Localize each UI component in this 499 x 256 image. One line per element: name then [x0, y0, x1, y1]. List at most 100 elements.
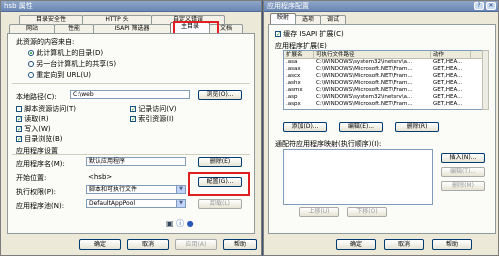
properties-dialog: hsb 属性 目录安全性 HTTP 头 自定义错误 网站 性能 ISAPI 筛选… [0, 0, 262, 256]
checkbox-log-visits[interactable]: ✓ 记录访问(V) [130, 104, 177, 114]
list-item[interactable]: .aspx C:\WINDOWS\Microsoft.NET\Fram... GET… [284, 101, 482, 108]
tab-debugging[interactable]: 调试 [320, 15, 346, 24]
config-help-button[interactable]: 帮助 [432, 239, 472, 250]
home-directory-panel: 此资源的内容来自: 此计算机上的目录(D) 另一台计算机上的共享(S) 重定向到… [7, 33, 255, 234]
extension-cell: .asmx [286, 87, 303, 93]
column-extension[interactable]: 扩展名 [284, 51, 314, 58]
close-icon[interactable]: ✕ [486, 2, 496, 10]
tab-mappings[interactable]: 映射 [270, 13, 296, 24]
list-item[interactable]: .asmx C:\WINDOWS\Microsoft.NET\Fram... GET… [284, 87, 482, 94]
help-icon[interactable]: ? [474, 2, 484, 10]
app-pool-label: 应用程序池(N): [16, 202, 65, 210]
ok-button[interactable]: 确定 [79, 239, 121, 250]
extension-cell: .asp [286, 94, 298, 100]
app-config-title-bar: 应用程序配置 ? ✕ [264, 1, 498, 12]
config-tab-row: 映射 选项 调试 [270, 13, 346, 24]
insert-button[interactable]: 插入(N)... [441, 153, 485, 163]
info-icon: ● [186, 219, 194, 228]
app-name-label: 应用程序名(M): [16, 160, 65, 168]
column-executable-path[interactable]: 可执行文件路径 [314, 51, 431, 58]
checkbox-script-access[interactable]: 脚本资源访问(T) [16, 104, 76, 114]
extension-cell: .asa [286, 59, 298, 65]
list-item[interactable]: .ascx C:\WINDOWS\Microsoft.NET\Fram... GET… [284, 73, 482, 80]
browse-button[interactable]: 浏览(O)... [198, 90, 242, 100]
checkbox-index-resource[interactable]: ✓ 索引资源(I) [130, 114, 174, 124]
exec-permissions-select[interactable]: 脚本和可执行文件 [86, 185, 186, 194]
tab-isapi-filters[interactable]: ISAPI 筛选器 [93, 24, 171, 33]
local-path-input[interactable]: C:\web [70, 90, 190, 99]
divider [12, 83, 250, 84]
checkmark-icon: ✓ [130, 116, 137, 123]
radio-on-icon [28, 50, 34, 56]
verbs-cell: GET,HEA... [433, 66, 463, 72]
extension-cell: .ascx [286, 73, 301, 79]
delete-wildcard-button[interactable]: 删除(M) [441, 181, 485, 191]
config-cancel-button[interactable]: 取消 [384, 239, 424, 250]
add-button[interactable]: 添加(D)... [283, 122, 327, 132]
mappings-panel: ✓ 缓存 ISAPI 扩展(C) 应用程序扩展(E) 扩展名 可执行文件路径 动… [268, 24, 496, 234]
verbs-cell: GET,HEA... [433, 101, 463, 107]
apply-button[interactable]: 应用(A) [175, 239, 217, 250]
path-cell: C:\WINDOWS\Microsoft.NET\Fram... [316, 101, 413, 107]
status-icons: ▣ ⓘ ● [166, 218, 194, 229]
tab-website[interactable]: 网站 [9, 24, 55, 33]
path-cell: C:\WINDOWS\Microsoft.NET\Fram... [316, 73, 413, 79]
remove-app-button[interactable]: 删除(E) [198, 157, 242, 167]
checkmark-icon: ✓ [16, 126, 23, 133]
unload-button[interactable]: 卸载(L) [198, 199, 242, 209]
edit-button[interactable]: 编辑(E)... [339, 122, 383, 132]
start-point-value: <hsb> [88, 173, 113, 181]
verbs-cell: GET,HEA... [433, 87, 463, 93]
properties-title: hsb 属性 [4, 2, 33, 10]
help-button[interactable]: 帮助 [223, 239, 257, 250]
verbs-cell: GET,HEA... [433, 80, 463, 86]
wildcard-mappings-list[interactable] [283, 149, 433, 205]
exec-permissions-label: 执行权限(P): [16, 188, 57, 196]
list-item[interactable]: .asa C:\WINDOWS\system32\inetsrv\a... GET,… [284, 59, 482, 66]
list-item[interactable]: .asp C:\WINDOWS\system32\inetsrv\a... GET,… [284, 94, 482, 101]
checkmark-icon: ✓ [275, 31, 282, 38]
checkbox-read[interactable]: ✓ 读取(R) [16, 114, 49, 124]
properties-title-bar: hsb 属性 [1, 1, 261, 12]
path-cell: C:\WINDOWS\Microsoft.NET\Fram... [316, 87, 413, 93]
checkbox-directory-browsing[interactable]: ✓ 目录浏览(B) [16, 134, 63, 144]
checkmark-icon: ✓ [16, 116, 23, 123]
list-item[interactable]: .asax C:\WINDOWS\Microsoft.NET\Fram... GET… [284, 66, 482, 73]
tab-options[interactable]: 选项 [295, 15, 321, 24]
config-ok-button[interactable]: 确定 [336, 239, 376, 250]
delete-button[interactable]: 删除(R) [395, 122, 439, 132]
app-config-title: 应用程序配置 [267, 2, 309, 10]
path-cell: C:\WINDOWS\Microsoft.NET\Fram... [316, 66, 413, 72]
extensions-list-body: .asa C:\WINDOWS\system32\inetsrv\a... GET,… [284, 59, 482, 108]
radio-network-share[interactable]: 另一台计算机上的共享(S) [28, 59, 116, 69]
cache-isapi-checkbox[interactable]: ✓ 缓存 ISAPI 扩展(C) [275, 29, 344, 39]
path-cell: C:\WINDOWS\system32\inetsrv\a... [316, 94, 413, 100]
configure-highlight [188, 172, 250, 196]
radio-redirect-url[interactable]: 重定向到 URL(U) [28, 70, 91, 80]
column-verbs[interactable]: 动作 [431, 51, 471, 58]
checkbox-icon [16, 106, 22, 112]
app-pool-select[interactable]: DefaultAppPool [86, 199, 186, 208]
divider [12, 154, 250, 155]
edit-wildcard-button[interactable]: 编辑(T)... [441, 167, 485, 177]
cancel-button[interactable]: 取消 [127, 239, 169, 250]
app-config-dialog: 应用程序配置 ? ✕ 映射 选项 调试 ✓ 缓存 ISAPI 扩展(C) 应用程… [263, 0, 499, 256]
path-cell: C:\WINDOWS\Microsoft.NET\Fram... [316, 80, 413, 86]
extensions-scrollbar[interactable] [482, 50, 489, 110]
extension-cell: .aspx [286, 101, 301, 107]
extensions-list[interactable]: 扩展名 可执行文件路径 动作 .asa C:\WINDOWS\system32\i… [283, 50, 483, 110]
help-circle-icon: ⓘ [176, 219, 185, 228]
tab-directory-security[interactable]: 目录安全性 [19, 15, 83, 24]
tab-performance[interactable]: 性能 [54, 24, 94, 33]
checkmark-icon: ✓ [16, 136, 23, 143]
app-name-input[interactable]: 默认应用程序 [86, 157, 186, 166]
verbs-cell: GET,HEA... [433, 94, 463, 100]
radio-local-directory[interactable]: 此计算机上的目录(D) [28, 48, 103, 58]
list-item[interactable]: .ashx C:\WINDOWS\Microsoft.NET\Fram... GET… [284, 80, 482, 87]
extensions-list-header: 扩展名 可执行文件路径 动作 [284, 51, 482, 59]
checkbox-write[interactable]: ✓ 写入(W) [16, 124, 51, 134]
move-down-button[interactable]: 下移(O) [347, 207, 387, 217]
tab-http-headers[interactable]: HTTP 头 [82, 15, 152, 24]
move-up-button[interactable]: 上移(U) [299, 207, 339, 217]
path-cell: C:\WINDOWS\system32\inetsrv\a... [316, 59, 413, 65]
